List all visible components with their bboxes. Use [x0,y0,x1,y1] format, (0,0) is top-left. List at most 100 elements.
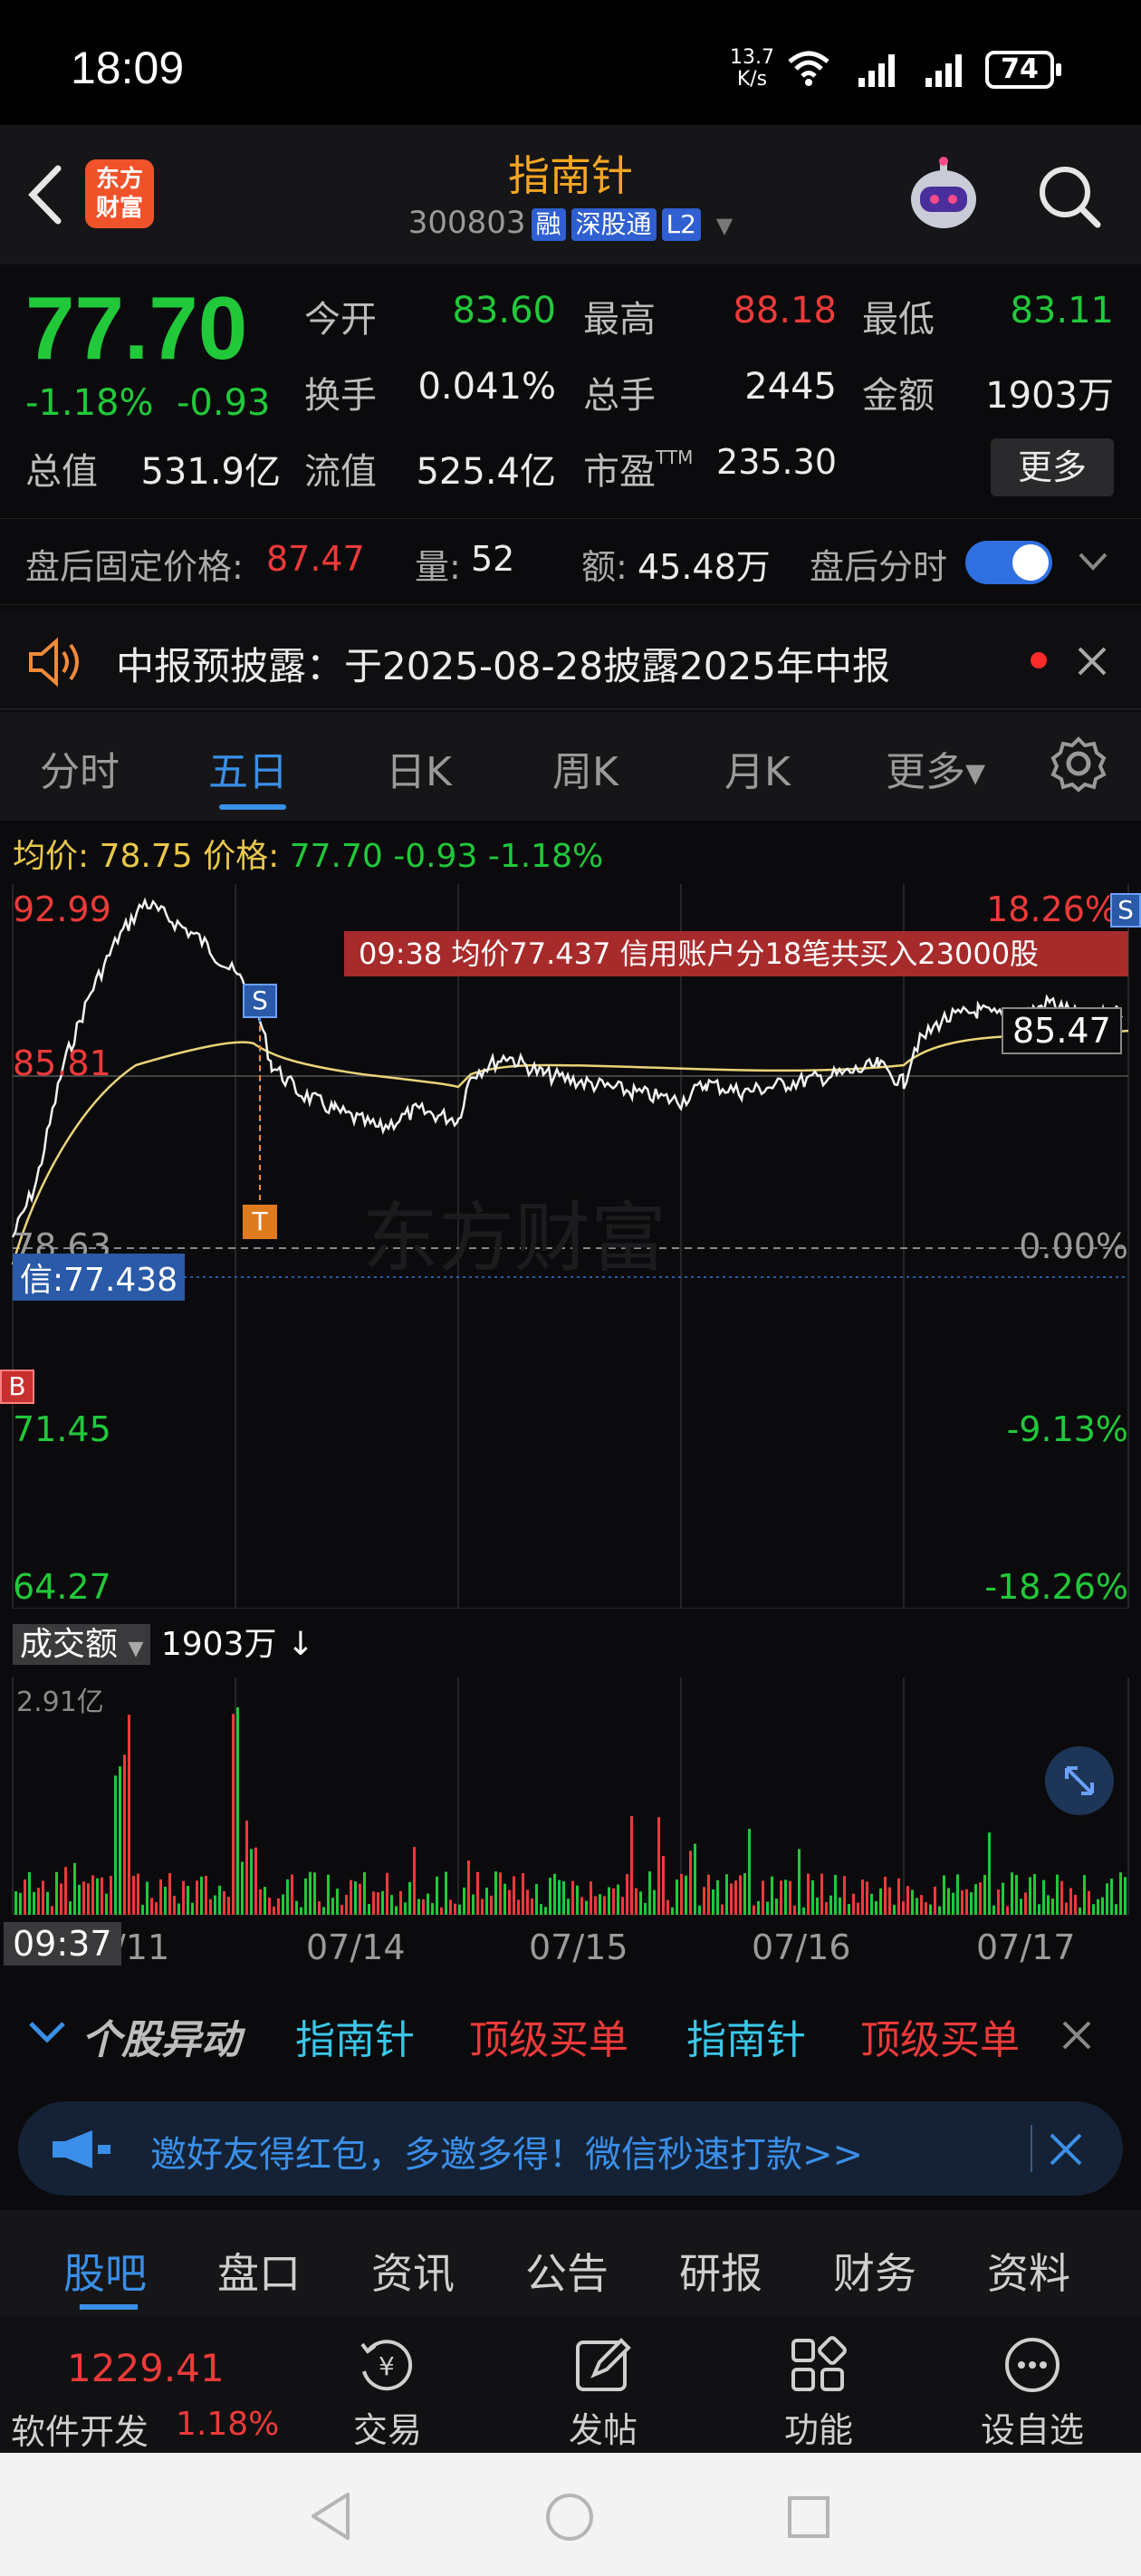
volume-bar [291,1874,293,1915]
tab-research[interactable]: 研报 [679,2241,762,2301]
nav-recents-icon[interactable] [786,2494,831,2540]
volume-bar [223,1890,225,1915]
x-label-2: 07/15 [529,1927,628,1967]
ticker-item-2[interactable]: 顶级买单 [469,2007,628,2065]
amount-value: 1903万 [985,375,1114,417]
post-edit-icon[interactable] [572,2335,636,2395]
close-icon[interactable] [1061,2020,1092,2051]
volume-bar [395,1906,398,1915]
volume-bar [1033,1873,1036,1915]
tab-more[interactable]: 更多▾ [886,739,985,797]
volume-bar [1065,1902,1068,1915]
sector-name[interactable]: 软件开发 [11,2404,149,2454]
pe-sup: TTM [656,447,694,468]
tab-profile[interactable]: 资料 [987,2241,1070,2301]
chevron-down-icon[interactable] [1078,550,1108,573]
volume-bar [603,1896,606,1915]
volume-bar [657,1817,660,1915]
volume-bar [14,1891,17,1915]
volume-bar [970,1892,973,1915]
tab-announcements[interactable]: 公告 [525,2241,609,2301]
change-value: -0.93 [176,382,271,424]
system-navigation-bar [0,2453,1141,2576]
trade-yen-icon[interactable]: ¥ [355,2335,418,2395]
volume-bar [802,1907,805,1915]
nav-back-icon[interactable] [308,2491,355,2542]
stock-alerts-ticker[interactable]: 个股异动 指南针 顶级买单 指南针 顶级买单 [0,1980,1141,2083]
sector-index-value[interactable]: 1229.41 [67,2346,225,2390]
tab-orderbook[interactable]: 盘口 [217,2241,301,2301]
volume-bar [182,1880,185,1915]
after-hours-toggle[interactable] [965,541,1052,584]
volume-bar [232,1714,235,1915]
volume-bar [612,1888,615,1915]
search-icon[interactable] [1036,163,1103,230]
volume-bar [929,1904,932,1915]
tab-news[interactable]: 资讯 [371,2241,455,2301]
volume-bar [37,1888,40,1915]
volume-bar [264,1887,266,1915]
tab-forum[interactable]: 股吧 [63,2241,147,2301]
volume-bar [666,1899,669,1915]
volume-type-select[interactable]: 成交额 ▼ [13,1624,151,1665]
volume-bar [983,1875,986,1915]
volume-bar [304,1878,307,1915]
t-marker[interactable]: T [243,1205,277,1239]
function-label[interactable]: 功能 [755,2402,882,2452]
pct-label-top: 18.26% [986,889,1117,929]
volume-bar [585,1900,588,1915]
ticker-item-3[interactable]: 指南针 [686,2007,806,2065]
post-label[interactable]: 发帖 [540,2402,666,2452]
volume-bar [318,1901,321,1915]
invite-banner[interactable]: 邀好友得红包，多邀多得！微信秒速打款>> [18,2101,1123,2196]
volume-bar [173,1896,176,1915]
volume-bar [187,1886,189,1915]
five-day-chart[interactable]: 均价: 78.75 价格: 77.70 -0.93 -1.18% 东方财富 92… [0,821,1141,1980]
volume-bar [1106,1883,1108,1915]
volume-bar [209,1898,212,1915]
close-icon[interactable] [1076,645,1108,678]
ticker-item-4[interactable]: 顶级买单 [860,2007,1020,2065]
volume-bar [82,1881,85,1915]
sell-marker-right[interactable]: S [1110,893,1141,928]
tab-daily-k[interactable]: 日K [386,739,452,797]
more-button[interactable]: 更多 [991,438,1114,496]
close-icon[interactable] [1049,2132,1083,2167]
add-watchlist-icon[interactable] [1002,2335,1065,2395]
tab-weekly-k[interactable]: 周K [552,739,618,797]
volume-bar [839,1897,841,1915]
robot-assistant-icon[interactable] [902,154,985,237]
volume-bar [997,1889,1000,1915]
volume-bar [992,1905,995,1915]
buy-marker[interactable]: B [0,1370,34,1404]
volume-bar [327,1874,330,1915]
expand-chart-button[interactable] [1045,1746,1114,1815]
tab-five-day[interactable]: 五日 [208,739,288,797]
volume-bar [798,1849,801,1915]
dropdown-icon[interactable]: ▼ [716,213,733,238]
wifi-icon [788,51,829,86]
volume-bar [481,1898,484,1915]
unread-dot [1031,652,1047,668]
tab-intraday[interactable]: 分时 [40,739,120,797]
volume-bar [843,1876,846,1915]
volume-bar [73,1862,76,1915]
volume-bar [33,1891,35,1915]
function-grid-icon[interactable] [788,2335,851,2395]
volume-bar [571,1880,574,1915]
notice-bar[interactable]: 中报预披露：于2025-08-28披露2025年中报 [0,612,1141,710]
sell-marker[interactable]: S [243,984,277,1018]
volume-bar [562,1880,565,1915]
chevron-down-icon[interactable] [27,2018,67,2045]
tab-monthly-k[interactable]: 月K [724,739,791,797]
volume-bar [368,1904,370,1915]
nav-home-icon[interactable] [543,2491,596,2543]
ticker-item-1[interactable]: 指南针 [295,2007,415,2065]
watchlist-label[interactable]: 设自选 [969,2402,1096,2452]
settings-gear-icon[interactable] [1049,734,1108,793]
trade-label[interactable]: 交易 [324,2402,451,2452]
volume-bar [1088,1890,1090,1915]
x-label-4: 07/17 [976,1927,1076,1967]
tab-financials[interactable]: 财务 [833,2241,916,2301]
volume-bar [816,1898,819,1915]
